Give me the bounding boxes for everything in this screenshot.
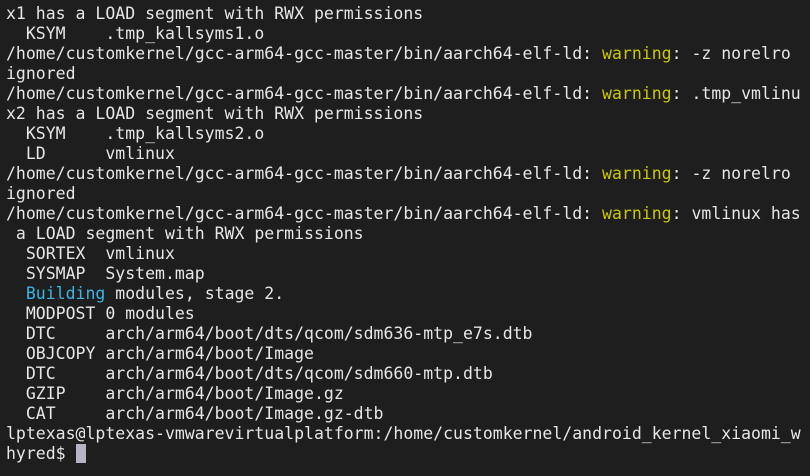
shell-prompt-line: lptexas@lptexas-vmwarevirtualplatform:/h… — [6, 424, 810, 444]
terminal-line: x2 has a LOAD segment with RWX permissio… — [6, 104, 810, 124]
terminal-line: SORTEX vmlinux — [6, 244, 810, 264]
terminal-text: ignored — [6, 64, 76, 83]
terminal-text: KSYM .tmp_kallsyms1.o — [6, 24, 265, 43]
terminal-text: DTC arch/arm64/boot/dts/qcom/sdm660-mtp.… — [6, 364, 493, 383]
terminal-text: : .tmp_vmlinu — [671, 84, 801, 103]
warning-label: warning — [602, 44, 672, 63]
terminal-line: DTC arch/arm64/boot/dts/qcom/sdm636-mtp_… — [6, 324, 810, 344]
terminal-line: OBJCOPY arch/arm64/boot/Image — [6, 344, 810, 364]
warning-label: warning — [602, 84, 672, 103]
terminal-text: hyred$ — [6, 444, 76, 463]
terminal-line: LD vmlinux — [6, 144, 810, 164]
terminal-text: a LOAD segment with RWX permissions — [6, 224, 364, 243]
terminal-line: ignored — [6, 64, 810, 84]
warning-label: warning — [602, 204, 672, 223]
terminal-line: KSYM .tmp_kallsyms1.o — [6, 24, 810, 44]
terminal-text: /home/customkernel/gcc-arm64-gcc-master/… — [6, 204, 603, 223]
terminal-text: x2 has a LOAD segment with RWX permissio… — [6, 104, 424, 123]
terminal-text: /home/customkernel/gcc-arm64-gcc-master/… — [6, 44, 603, 63]
terminal-text: LD vmlinux — [6, 144, 175, 163]
terminal-line: /home/customkernel/gcc-arm64-gcc-master/… — [6, 204, 810, 224]
shell-prompt-line: hyred$ — [6, 444, 810, 464]
terminal-text: DTC arch/arm64/boot/dts/qcom/sdm636-mtp_… — [6, 324, 533, 343]
terminal-text: /home/customkernel/gcc-arm64-gcc-master/… — [6, 84, 603, 103]
terminal-line: /home/customkernel/gcc-arm64-gcc-master/… — [6, 84, 810, 104]
terminal-text: : -z norelro — [671, 44, 791, 63]
terminal-line: DTC arch/arm64/boot/dts/qcom/sdm660-mtp.… — [6, 364, 810, 384]
terminal-text: x1 has a LOAD segment with RWX permissio… — [6, 4, 424, 23]
terminal-line: x1 has a LOAD segment with RWX permissio… — [6, 4, 810, 24]
terminal-line: ignored — [6, 184, 810, 204]
terminal-line: Building modules, stage 2. — [6, 284, 810, 304]
terminal-line: KSYM .tmp_kallsyms2.o — [6, 124, 810, 144]
terminal-line: /home/customkernel/gcc-arm64-gcc-master/… — [6, 164, 810, 184]
terminal-text: MODPOST 0 modules — [6, 304, 195, 323]
terminal-output[interactable]: x1 has a LOAD segment with RWX permissio… — [6, 4, 810, 476]
terminal-line: SYSMAP System.map — [6, 264, 810, 284]
terminal-text: : -z norelro — [671, 164, 791, 183]
terminal-text: OBJCOPY arch/arm64/boot/Image — [6, 344, 314, 363]
terminal-line: a LOAD segment with RWX permissions — [6, 224, 810, 244]
terminal-line: GZIP arch/arm64/boot/Image.gz — [6, 384, 810, 404]
terminal-line: MODPOST 0 modules — [6, 304, 810, 324]
terminal-text: modules, stage 2. — [105, 284, 285, 303]
warning-label: warning — [602, 164, 672, 183]
terminal-text: /home/customkernel/gcc-arm64-gcc-master/… — [6, 164, 603, 183]
terminal-text: SORTEX vmlinux — [6, 244, 175, 263]
terminal-text: CAT arch/arm64/boot/Image.gz-dtb — [6, 404, 384, 423]
terminal-line: CAT arch/arm64/boot/Image.gz-dtb — [6, 404, 810, 424]
terminal-text: lptexas@lptexas-vmwarevirtualplatform:/h… — [6, 424, 801, 443]
terminal-line: /home/customkernel/gcc-arm64-gcc-master/… — [6, 44, 810, 64]
terminal-text: ignored — [6, 184, 76, 203]
terminal-text: GZIP arch/arm64/boot/Image.gz — [6, 384, 344, 403]
build-status-label: Building — [25, 284, 106, 303]
terminal-text: : vmlinux has — [671, 204, 801, 223]
terminal-text: KSYM .tmp_kallsyms2.o — [6, 124, 265, 143]
terminal-text: SYSMAP System.map — [6, 264, 205, 283]
text-cursor — [75, 444, 86, 463]
